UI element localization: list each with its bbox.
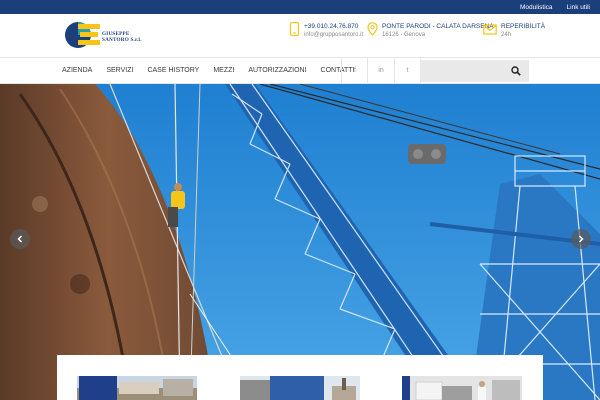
feature-card-2[interactable] [240,376,360,400]
card-image-trucks [77,376,197,400]
nav-item-mezzi[interactable]: MEZZI [213,67,234,74]
twitter-icon[interactable]: t [394,58,421,83]
linkedin-icon[interactable]: in [367,58,394,83]
main-nav: AZIENDA SERVIZI CASE HISTORY MEZZI AUTOR… [0,57,600,84]
nav-menu: AZIENDA SERVIZI CASE HISTORY MEZZI AUTOR… [55,58,362,83]
envelope-icon [483,24,497,35]
link-modulistica[interactable]: Modulistica [520,4,553,11]
card-image-workers [402,376,522,400]
availability-hours: 24h [501,32,512,38]
search-icon[interactable] [511,66,521,76]
logo[interactable]: GIUSEPPE SANTORO S.r.l. [64,20,184,52]
header: GIUSEPPE SANTORO S.r.l. +39.010.24.76.87… [0,14,600,57]
contact-address: PONTE PARODI - CALATA DARSENA 16126 - Ge… [367,22,494,39]
feature-cards [57,355,543,400]
slider-next-button[interactable] [571,229,591,249]
search-box [421,60,529,82]
email-address[interactable]: info@grupposantoro.it [304,31,363,39]
nav-item-servizi[interactable]: SERVIZI [106,67,133,74]
logo-text: GIUSEPPE SANTORO S.r.l. [102,31,142,43]
nav-item-case-history[interactable]: CASE HISTORY [147,67,199,74]
address-line-1: PONTE PARODI - CALATA DARSENA [382,23,494,30]
availability-title: REPERIBILITÀ [501,23,546,30]
card-image-vehicles [240,376,360,400]
facebook-icon[interactable]: f [341,58,368,83]
phone-number[interactable]: +39.010.24.76.870 [304,22,363,31]
feature-card-3[interactable] [402,376,522,400]
contact-availability: REPERIBILITÀ 24h [483,22,545,39]
chevron-left-icon [17,235,23,243]
hero-slider [0,84,600,400]
feature-card-1[interactable] [77,376,197,400]
address-line-2: 16126 - Genova [382,32,426,38]
nav-item-azienda[interactable]: AZIENDA [62,67,92,74]
hero-image [0,84,600,400]
map-pin-icon [367,22,378,36]
search-input[interactable] [425,63,505,79]
slider-prev-button[interactable] [10,229,30,249]
phone-icon [289,22,300,36]
top-links: Modulistica Link utili [520,0,590,14]
contact-phone: +39.010.24.76.870 info@grupposantoro.it [289,22,363,39]
top-bar: Modulistica Link utili [0,0,600,14]
logo-mark-icon [65,22,100,48]
chevron-right-icon [578,235,584,243]
logo-line-2: SANTORO S.r.l. [102,37,142,43]
link-link-utili[interactable]: Link utili [567,4,590,11]
nav-item-autorizzazioni[interactable]: AUTORIZZAZIONI [248,67,306,74]
